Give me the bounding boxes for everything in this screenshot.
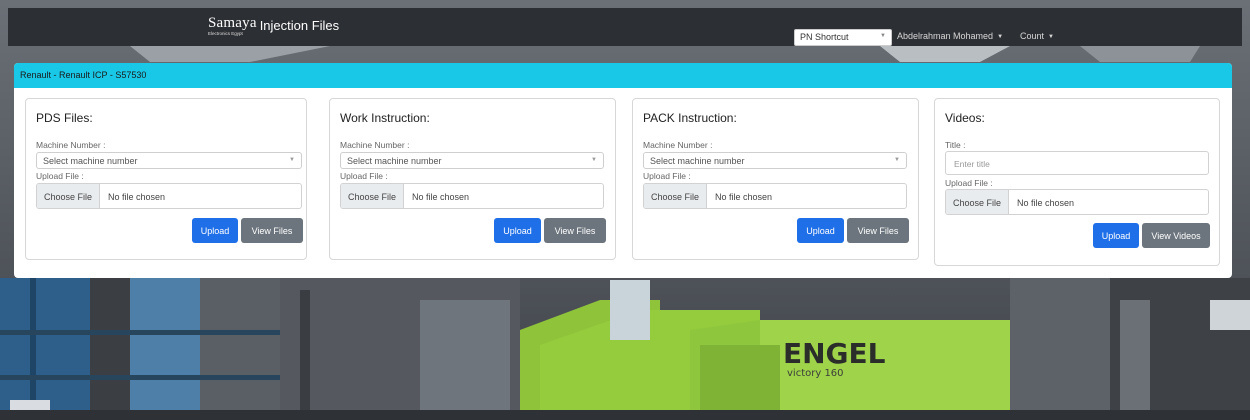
pn-shortcut-select[interactable]: PN Shortcut ▼ <box>794 29 892 46</box>
chevron-down-icon: ▼ <box>591 157 597 163</box>
pack-instruction-panel: PACK Instruction: Machine Number : Selec… <box>632 98 919 260</box>
upload-button[interactable]: Upload <box>797 218 844 243</box>
machine-brand-text: ENGEL <box>783 337 886 370</box>
choose-file-button[interactable]: Choose File <box>341 184 405 208</box>
upload-file-label: Upload File : <box>36 171 84 181</box>
view-files-button[interactable]: View Files <box>544 218 606 243</box>
choose-file-button[interactable]: Choose File <box>946 190 1010 214</box>
view-videos-button[interactable]: View Videos <box>1142 223 1210 248</box>
panel-title: PDS Files: <box>36 111 93 125</box>
caret-down-icon: ▼ <box>997 34 1004 40</box>
machine-number-select[interactable]: Select machine number ▼ <box>340 152 604 169</box>
panel-title: PACK Instruction: <box>643 111 737 125</box>
no-file-chosen-text: No file chosen <box>412 192 470 202</box>
user-name: Abdelrahman Mohamed <box>897 31 994 41</box>
app-title: Injection Files <box>259 18 340 33</box>
videos-panel: Videos: Title : Enter title Upload File … <box>934 98 1220 266</box>
upload-file-label: Upload File : <box>340 171 388 181</box>
upload-file-label: Upload File : <box>945 178 993 188</box>
choose-file-button[interactable]: Choose File <box>37 184 101 208</box>
machine-number-label: Machine Number : <box>340 140 410 150</box>
user-menu[interactable]: Abdelrahman Mohamed ▼ <box>897 31 1003 41</box>
video-title-input[interactable]: Enter title <box>945 151 1209 175</box>
pn-shortcut-value: PN Shortcut <box>800 32 849 42</box>
top-navbar: Samaya Electronics Egypt Injection Files… <box>8 8 1242 46</box>
count-label: Count <box>1020 31 1045 41</box>
file-input[interactable]: Choose File No file chosen <box>36 183 302 209</box>
brand[interactable]: Samaya Electronics Egypt Injection Files <box>208 16 339 40</box>
upload-button[interactable]: Upload <box>494 218 541 243</box>
machine-number-placeholder: Select machine number <box>43 156 138 166</box>
machine-number-select[interactable]: Select machine number ▼ <box>36 152 302 169</box>
view-files-button[interactable]: View Files <box>847 218 909 243</box>
machine-number-label: Machine Number : <box>643 140 713 150</box>
title-label: Title : <box>945 140 966 150</box>
machine-number-placeholder: Select machine number <box>650 156 745 166</box>
no-file-chosen-text: No file chosen <box>715 192 773 202</box>
no-file-chosen-text: No file chosen <box>1017 198 1075 208</box>
choose-file-button[interactable]: Choose File <box>644 184 708 208</box>
caret-down-icon: ▼ <box>1048 34 1054 40</box>
title-placeholder: Enter title <box>954 159 990 169</box>
panel-title: Work Instruction: <box>340 111 430 125</box>
chevron-down-icon: ▼ <box>894 157 900 163</box>
upload-card: Renault - Renault ICP - S57530 PDS Files… <box>14 63 1232 278</box>
file-input[interactable]: Choose File No file chosen <box>340 183 604 209</box>
upload-button[interactable]: Upload <box>192 218 238 243</box>
file-input[interactable]: Choose File No file chosen <box>945 189 1209 215</box>
panel-title: Videos: <box>945 111 985 125</box>
no-file-chosen-text: No file chosen <box>108 192 166 202</box>
machine-number-label: Machine Number : <box>36 140 106 150</box>
machine-model-text: victory 160 <box>787 368 844 379</box>
company-logo: Samaya Electronics Egypt <box>208 16 257 37</box>
upload-button[interactable]: Upload <box>1093 223 1139 248</box>
upload-file-label: Upload File : <box>643 171 691 181</box>
view-files-button[interactable]: View Files <box>241 218 303 243</box>
pds-files-panel: PDS Files: Machine Number : Select machi… <box>25 98 307 260</box>
logo-wordmark: Samaya <box>208 15 257 31</box>
chevron-down-icon: ▼ <box>289 157 295 163</box>
machine-number-placeholder: Select machine number <box>347 156 442 166</box>
card-header: Renault - Renault ICP - S57530 <box>14 63 1232 88</box>
file-input[interactable]: Choose File No file chosen <box>643 183 907 209</box>
chevron-down-icon: ▼ <box>880 33 886 39</box>
count-menu[interactable]: Count ▼ <box>1020 31 1054 41</box>
work-instruction-panel: Work Instruction: Machine Number : Selec… <box>329 98 616 260</box>
machine-number-select[interactable]: Select machine number ▼ <box>643 152 907 169</box>
logo-subtext: Electronics Egypt <box>208 31 243 36</box>
